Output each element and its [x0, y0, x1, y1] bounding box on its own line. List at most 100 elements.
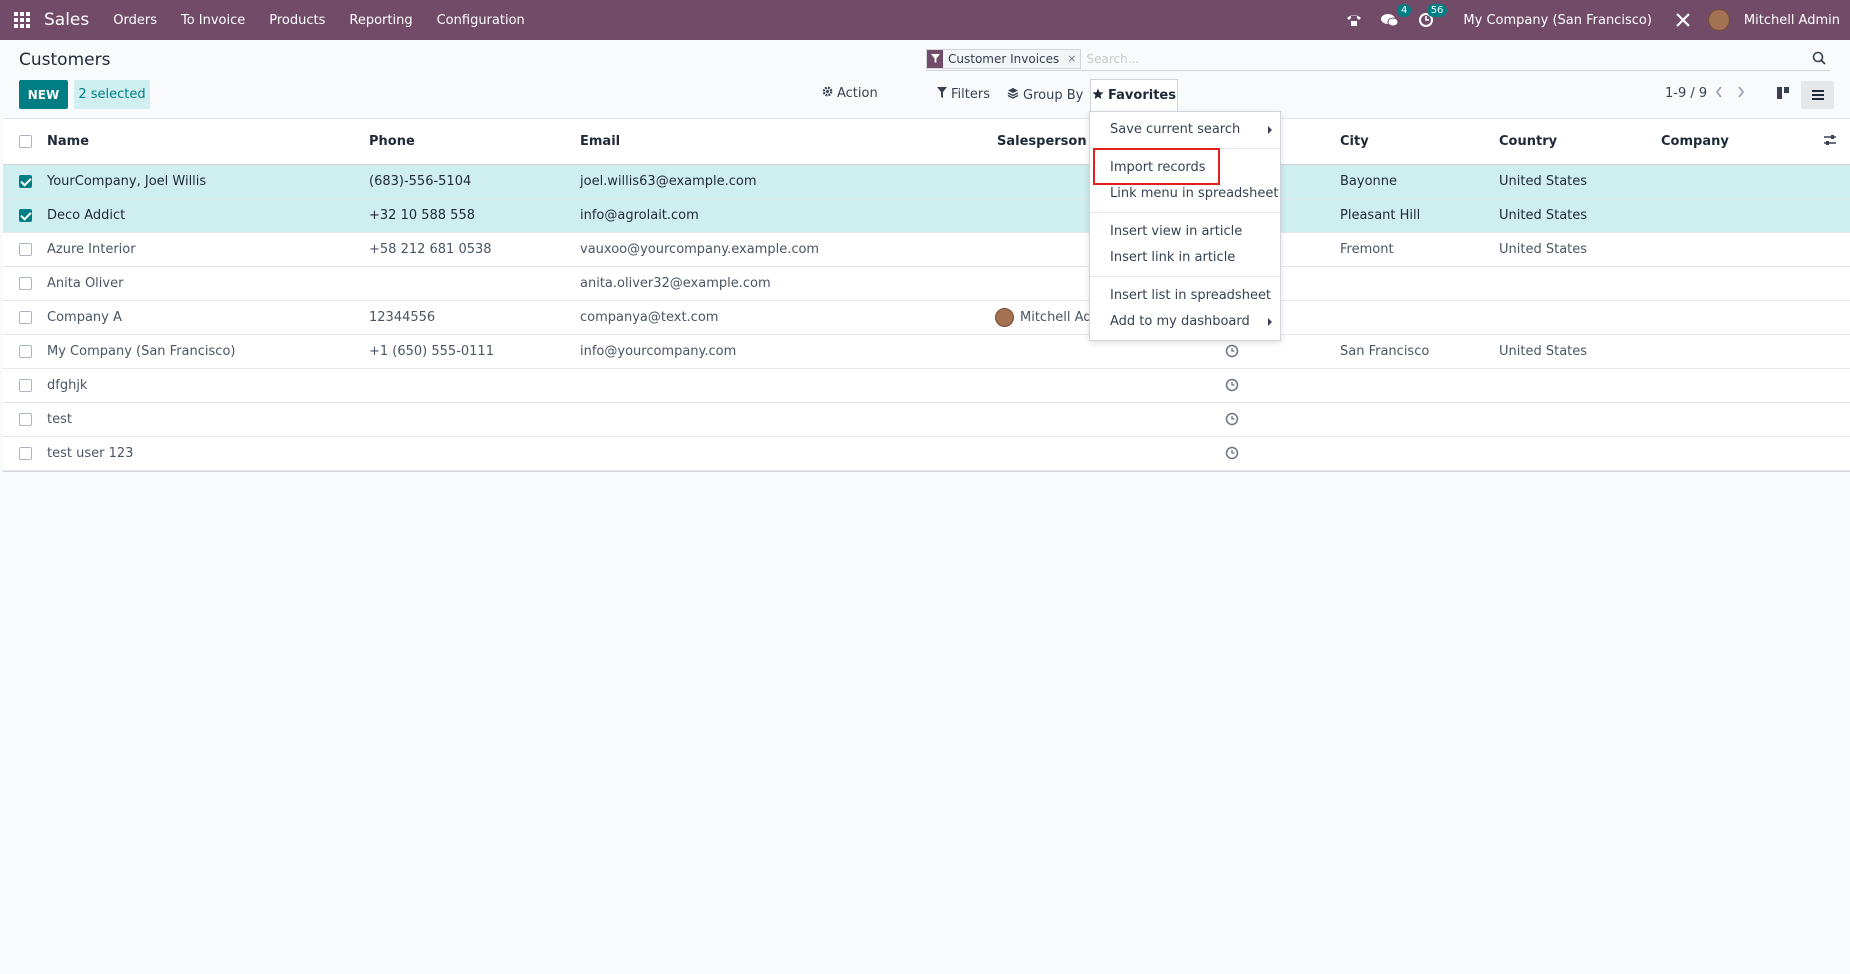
- new-button[interactable]: NEW: [19, 80, 68, 109]
- column-name[interactable]: Name: [47, 134, 89, 149]
- column-company[interactable]: Company: [1661, 134, 1729, 149]
- menu-to-invoice[interactable]: To Invoice: [181, 13, 245, 28]
- kanban-view-icon[interactable]: [1776, 86, 1790, 104]
- table-row[interactable]: test user 123: [3, 437, 1850, 471]
- filters-label: Filters: [951, 87, 990, 102]
- filter-icon: [927, 49, 943, 68]
- row-checkbox[interactable]: [19, 209, 32, 222]
- cell-name: Azure Interior: [47, 242, 136, 257]
- pager-previous-icon[interactable]: [1714, 85, 1724, 103]
- cell-name: My Company (San Francisco): [47, 344, 236, 359]
- voip-phone-icon[interactable]: [1343, 10, 1365, 30]
- user-avatar[interactable]: [1707, 9, 1730, 31]
- column-country[interactable]: Country: [1499, 134, 1557, 149]
- group-by-button[interactable]: Group By: [1007, 87, 1083, 103]
- insert-list-in-spreadsheet-item[interactable]: Insert list in spreadsheet: [1110, 288, 1271, 303]
- cell-country: United States: [1499, 344, 1588, 359]
- debug-tools-icon[interactable]: [1672, 10, 1694, 30]
- menu-orders[interactable]: Orders: [113, 13, 157, 28]
- favorites-dropdown: Save current search Import records Link …: [1089, 111, 1281, 341]
- cell-name: Company A: [47, 310, 122, 325]
- activity-clock-icon[interactable]: [1225, 446, 1239, 464]
- cell-city: Pleasant Hill: [1340, 208, 1421, 223]
- column-phone[interactable]: Phone: [369, 134, 415, 149]
- column-salesperson[interactable]: Salesperson: [997, 134, 1087, 149]
- favorites-button[interactable]: Favorites: [1090, 79, 1178, 111]
- activity-clock-icon[interactable]: [1225, 344, 1239, 362]
- cell-phone: +32 10 588 558: [369, 208, 475, 223]
- cell-country: United States: [1499, 208, 1588, 223]
- cell-country: United States: [1499, 242, 1588, 257]
- menu-configuration[interactable]: Configuration: [437, 13, 525, 28]
- insert-link-in-article-item[interactable]: Insert link in article: [1110, 250, 1235, 265]
- facet-remove-button[interactable]: ×: [1063, 49, 1081, 68]
- activity-clock-icon[interactable]: [1225, 412, 1239, 430]
- filters-button[interactable]: Filters: [937, 87, 990, 102]
- page-title[interactable]: Customers: [19, 50, 110, 70]
- cell-country: United States: [1499, 174, 1588, 189]
- cell-city: San Francisco: [1340, 344, 1430, 359]
- add-to-my-dashboard-item[interactable]: Add to my dashboard: [1110, 314, 1250, 329]
- cell-email: anita.oliver32@example.com: [580, 276, 771, 291]
- salesperson-avatar[interactable]: [995, 308, 1014, 327]
- table-row[interactable]: test: [3, 403, 1850, 437]
- table-row[interactable]: dfghjk: [3, 369, 1850, 403]
- app-name[interactable]: Sales: [44, 10, 89, 30]
- cell-city: Fremont: [1340, 242, 1394, 257]
- row-checkbox[interactable]: [19, 243, 32, 256]
- row-checkbox[interactable]: [19, 379, 32, 392]
- row-checkbox[interactable]: [19, 311, 32, 324]
- insert-view-in-article-item[interactable]: Insert view in article: [1110, 224, 1242, 239]
- table-row[interactable]: YourCompany, Joel Willis (683)-556-5104 jo…: [3, 165, 1850, 199]
- list-view-icon[interactable]: [1801, 81, 1834, 109]
- star-icon: [1092, 88, 1104, 104]
- table-row[interactable]: Azure Interior +58 212 681 0538 vauxoo@you…: [3, 233, 1850, 267]
- submenu-caret-icon: [1268, 318, 1272, 326]
- selected-count-badge[interactable]: 2 selected: [74, 80, 150, 109]
- menu-products[interactable]: Products: [269, 13, 325, 28]
- select-all-checkbox[interactable]: [19, 135, 32, 148]
- cell-name: YourCompany, Joel Willis: [47, 174, 207, 189]
- row-checkbox[interactable]: [19, 277, 32, 290]
- cell-phone: 12344556: [369, 310, 436, 325]
- optional-columns-icon[interactable]: [1823, 134, 1837, 150]
- facet-label: Customer Invoices: [943, 49, 1064, 68]
- row-checkbox[interactable]: [19, 175, 32, 188]
- company-switcher[interactable]: My Company (San Francisco): [1463, 13, 1651, 28]
- cell-name: dfghjk: [47, 378, 88, 393]
- search-input[interactable]: [1086, 51, 1787, 66]
- user-menu[interactable]: Mitchell Admin: [1744, 13, 1840, 28]
- apps-menu-icon[interactable]: [0, 0, 44, 40]
- table-row[interactable]: My Company (San Francisco) +1 (650) 555-0…: [3, 335, 1850, 369]
- cell-city: Bayonne: [1340, 174, 1398, 189]
- pager-value[interactable]: 1-9 / 9: [1665, 86, 1707, 101]
- group-by-label: Group By: [1023, 87, 1084, 103]
- table-row[interactable]: Anita Oliver anita.oliver32@example.com: [3, 267, 1850, 301]
- activity-clock-icon[interactable]: [1225, 378, 1239, 396]
- row-checkbox[interactable]: [19, 447, 32, 460]
- table-row[interactable]: Deco Addict +32 10 588 558 info@agrolait.c…: [3, 199, 1850, 233]
- save-current-search-item[interactable]: Save current search: [1110, 122, 1240, 137]
- column-email[interactable]: Email: [580, 134, 620, 149]
- messages-icon[interactable]: 4: [1379, 4, 1412, 30]
- table-header: Name Phone Email Salesperson City Countr…: [3, 119, 1850, 165]
- cell-email: joel.willis63@example.com: [580, 174, 757, 189]
- cell-phone: +1 (650) 555-0111: [369, 344, 494, 359]
- row-checkbox[interactable]: [19, 345, 32, 358]
- action-button[interactable]: Action: [822, 86, 878, 101]
- table-row[interactable]: Company A 12344556 companya@text.com Mitche…: [3, 301, 1850, 335]
- menu-divider: [1090, 276, 1280, 277]
- column-city[interactable]: City: [1340, 134, 1369, 149]
- top-navbar: Sales Orders To Invoice Products Reporti…: [0, 0, 1850, 40]
- link-menu-in-spreadsheet-item[interactable]: Link menu in spreadsheet: [1110, 186, 1278, 201]
- menu-reporting[interactable]: Reporting: [349, 13, 412, 28]
- cell-name: test user 123: [47, 446, 134, 461]
- filter-icon: [937, 87, 947, 102]
- search-bar: Customer Invoices ×: [926, 47, 1830, 71]
- activities-clock-icon[interactable]: 56: [1415, 4, 1448, 30]
- cell-phone: +58 212 681 0538: [369, 242, 492, 257]
- pager-next-icon[interactable]: [1736, 85, 1746, 103]
- cell-email: info@yourcompany.com: [580, 344, 737, 359]
- row-checkbox[interactable]: [19, 413, 32, 426]
- search-icon[interactable]: [1812, 51, 1826, 69]
